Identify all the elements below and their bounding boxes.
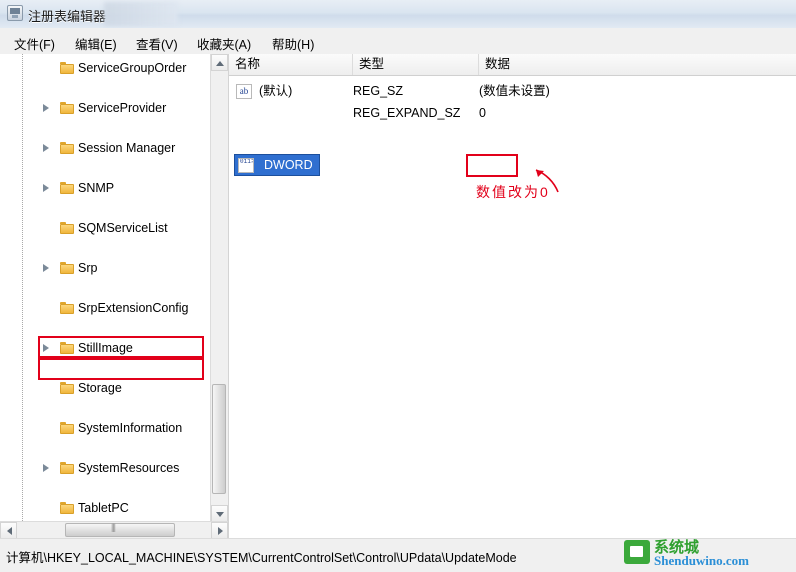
folder-icon (60, 342, 74, 354)
tree-item-label: ServiceGroupOrder (78, 61, 187, 75)
chevron-right-icon[interactable] (42, 144, 51, 153)
folder-icon (60, 182, 74, 194)
watermark-url: Shenduwino.com (654, 553, 749, 568)
folder-icon (60, 142, 74, 154)
scroll-up-arrow-icon[interactable] (211, 54, 228, 71)
folder-icon (60, 222, 74, 234)
folder-icon (60, 62, 74, 74)
tree-item-serviceprovider[interactable]: ServiceProvider (0, 98, 210, 118)
folder-icon (60, 302, 74, 314)
menu-file[interactable]: 文件(F) (10, 33, 59, 54)
string-value-icon: ab (236, 84, 252, 99)
tree-item-snmp[interactable]: SNMP (0, 178, 210, 198)
menu-view[interactable]: 查看(V) (132, 33, 182, 54)
menu-favorites[interactable]: 收藏夹(A) (193, 33, 255, 54)
menu-help[interactable]: 帮助(H) (268, 33, 318, 54)
tree-item-sqmservicelist[interactable]: SQMServiceList (0, 218, 210, 238)
title-bar: 注册表编辑器 (0, 0, 796, 29)
editor-content: ServiceGroupOrder ServiceProvider Sessio… (0, 54, 796, 539)
tree-item-tabletpc[interactable]: TabletPC (0, 498, 210, 518)
chevron-right-icon[interactable] (42, 104, 51, 113)
tree-item-servicegrouporder[interactable]: ServiceGroupOrder (0, 58, 210, 78)
folder-icon (60, 462, 74, 474)
annotation-text: 数值改为0 (476, 184, 550, 200)
value-type: REG_EXPAND_SZ (353, 106, 461, 120)
tree-item-storage[interactable]: Storage (0, 378, 210, 398)
binary-value-icon (238, 158, 254, 173)
scrollbar-thumb[interactable] (212, 384, 226, 494)
tree-item-label: SNMP (78, 181, 115, 195)
scroll-down-arrow-icon[interactable] (211, 505, 228, 522)
column-header-name[interactable]: 名称 (229, 54, 353, 75)
chevron-right-icon[interactable] (42, 264, 51, 273)
registry-editor-icon (7, 5, 23, 21)
tree-vertical-scrollbar[interactable] (210, 54, 228, 539)
registry-value-pane[interactable]: 名称 类型 数据 ab (默认) REG_SZ (数值未设置) REG_EXPA… (229, 54, 796, 539)
tree-item-session-manager[interactable]: Session Manager (0, 138, 210, 158)
column-header-type[interactable]: 类型 (353, 54, 479, 75)
tree-item-label: StillImage (78, 341, 133, 355)
scroll-left-arrow-icon[interactable] (0, 522, 17, 539)
value-row-dword[interactable]: REG_EXPAND_SZ 0 (229, 102, 796, 124)
scroll-right-arrow-icon[interactable] (211, 522, 228, 539)
tree-item-label: SQMServiceList (78, 221, 168, 235)
status-bar: 计算机\HKEY_LOCAL_MACHINE\SYSTEM\CurrentCon… (0, 538, 796, 572)
column-header-data[interactable]: 数据 (479, 54, 796, 75)
tree-item-label: TabletPC (78, 501, 129, 515)
value-name: (默认) (259, 84, 293, 98)
registry-tree: ServiceGroupOrder ServiceProvider Sessio… (0, 54, 210, 515)
chevron-right-icon[interactable] (42, 184, 51, 193)
tree-horizontal-scrollbar[interactable] (0, 521, 228, 539)
tree-item-label: Srp (78, 261, 98, 275)
folder-icon (60, 262, 74, 274)
chevron-right-icon[interactable] (42, 344, 51, 353)
menu-edit[interactable]: 编辑(E) (71, 33, 121, 54)
tree-item-label: SrpExtensionConfig (78, 301, 189, 315)
value-type: REG_SZ (353, 84, 404, 98)
tree-item-label: Session Manager (78, 141, 176, 155)
status-path: 计算机\HKEY_LOCAL_MACHINE\SYSTEM\CurrentCon… (6, 551, 517, 565)
value-data: (数值未设置) (479, 84, 550, 98)
tree-item-label: Storage (78, 381, 122, 395)
tree-item-systemresources[interactable]: SystemResources (0, 458, 210, 478)
menu-bar: 文件(F) 编辑(E) 查看(V) 收藏夹(A) 帮助(H) (0, 28, 796, 55)
folder-icon (60, 502, 74, 514)
tree-item-label: SystemResources (78, 461, 180, 475)
annotation-box-value-data (466, 154, 518, 177)
title-blur-overlay (104, 2, 178, 26)
value-list-header: 名称 类型 数据 (229, 54, 796, 76)
registry-tree-pane[interactable]: ServiceGroupOrder ServiceProvider Sessio… (0, 54, 229, 539)
folder-icon (60, 102, 74, 114)
watermark: 系统城 Shenduwino.com (624, 536, 792, 570)
selected-value-name: DWORD (264, 158, 313, 172)
registry-editor-window: 注册表编辑器 文件(F) 编辑(E) 查看(V) 收藏夹(A) 帮助(H) Se… (0, 0, 796, 572)
chevron-right-icon[interactable] (42, 464, 51, 473)
tree-item-srpextensionconfig[interactable]: SrpExtensionConfig (0, 298, 210, 318)
tree-item-systeminformation[interactable]: SystemInformation (0, 418, 210, 438)
tree-item-stillimage[interactable]: StillImage (0, 338, 210, 358)
tree-item-srp[interactable]: Srp (0, 258, 210, 278)
folder-icon (60, 422, 74, 434)
watermark-logo-icon (624, 540, 650, 564)
tree-item-label: SystemInformation (78, 421, 183, 435)
scrollbar-thumb[interactable] (65, 522, 175, 537)
tree-item-label: ServiceProvider (78, 101, 167, 115)
window-title: 注册表编辑器 (28, 9, 107, 24)
value-data: 0 (479, 106, 486, 120)
folder-icon (60, 382, 74, 394)
value-row-default[interactable]: ab (默认) REG_SZ (数值未设置) (229, 80, 796, 102)
